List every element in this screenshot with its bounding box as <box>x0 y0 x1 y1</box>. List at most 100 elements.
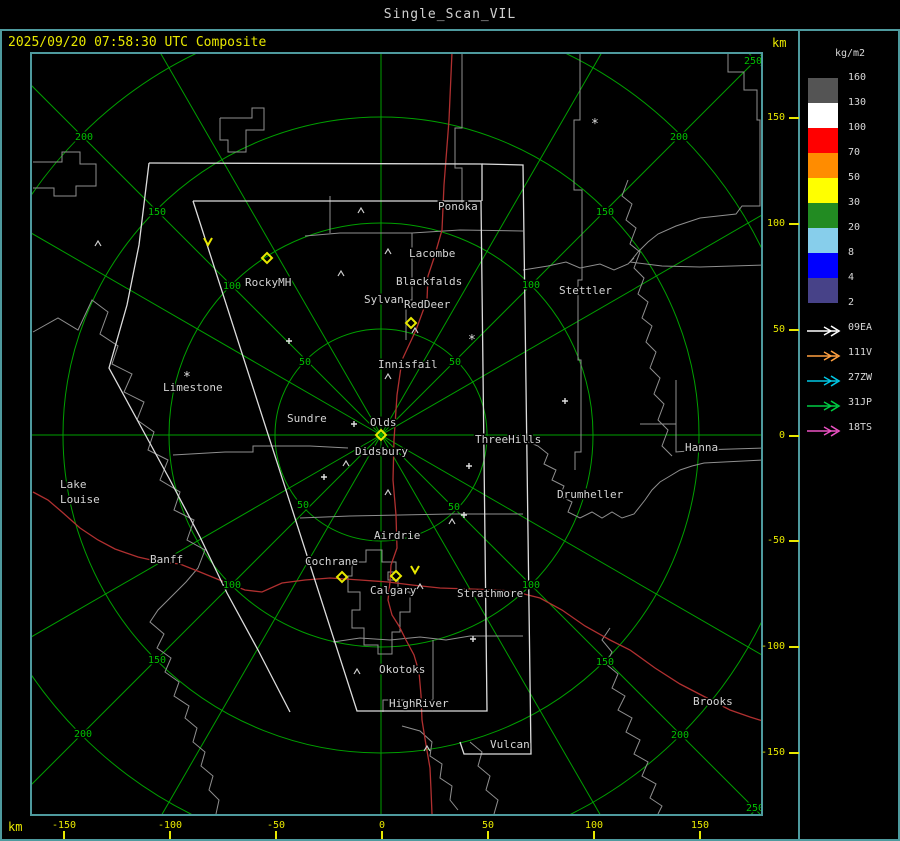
radar-coverage-boundary <box>148 162 483 201</box>
county-boundary-line <box>522 439 761 519</box>
town-plus-marker-icon <box>461 512 467 518</box>
right-axis-tick-mark <box>789 435 799 437</box>
ring-distance-label: 100 <box>223 580 241 591</box>
ring-distance-label: 150 <box>148 655 166 666</box>
county-boundary-line <box>332 635 523 643</box>
bottom-axis-tick-mark <box>381 831 383 839</box>
radial-line <box>161 434 382 814</box>
city-label: Cochrane <box>305 555 358 568</box>
city-label: Drumheller <box>557 488 624 501</box>
bottom-axis-tick-label: -150 <box>51 820 77 831</box>
radar-coverage-boundary <box>108 162 291 713</box>
right-axis-tick-mark <box>789 540 799 542</box>
city-label: RedDeer <box>404 298 451 311</box>
ring-distance-label: 50 <box>297 500 309 511</box>
legend-swatch <box>808 178 838 203</box>
radar-site-marker-icon <box>335 570 349 584</box>
city-label: Olds <box>370 416 397 429</box>
ring-distance-label: 50 <box>449 357 461 368</box>
ring-distance-label: 50 <box>448 502 460 513</box>
town-plus-marker-icon <box>562 398 568 404</box>
asterisk-marker-icon: * <box>468 333 476 348</box>
ring-distance-label: 200 <box>75 132 93 143</box>
bottom-axis-tick-label: 0 <box>378 820 386 831</box>
city-label: Ponoka <box>438 200 478 213</box>
right-axis-unit: km <box>772 36 787 50</box>
vee-marker-icon <box>410 565 420 576</box>
bottom-axis-tick-label: 150 <box>690 820 710 831</box>
caret-marker-icon <box>384 372 392 380</box>
legend-swatch <box>808 153 838 178</box>
legend-scale-value: 100 <box>848 122 867 133</box>
bottom-axis-tick-mark <box>275 831 277 839</box>
legend-scale-value: 130 <box>848 97 867 108</box>
legend-swatch <box>808 128 838 153</box>
town-plus-marker-icon <box>321 474 327 480</box>
city-label: Limestone <box>163 381 223 394</box>
city-label: RockyMH <box>245 276 291 289</box>
city-label: Lacombe <box>409 247 455 260</box>
legend-scale-value: 160 <box>848 72 867 83</box>
town-plus-marker-icon <box>470 636 476 642</box>
right-axis-tick-label: -100 <box>761 641 786 652</box>
radar-map-canvas: 250 200 150 100 50 50 100 150 200 250 50 100 150 200 2… <box>32 54 761 814</box>
county-boundary-line <box>32 299 220 814</box>
caret-marker-icon <box>448 517 456 525</box>
caret-marker-icon <box>342 459 350 467</box>
radial-line <box>380 434 761 655</box>
county-boundary-line <box>629 54 761 268</box>
legend-scale-value: 70 <box>848 147 861 158</box>
legend-unit-label: kg/m2 <box>834 48 866 59</box>
right-axis-tick-mark <box>789 329 799 331</box>
city-label: Airdrie <box>374 529 420 542</box>
asterisk-marker-icon: * <box>183 370 191 385</box>
right-axis-tick-label: 0 <box>778 430 785 441</box>
radial-line <box>380 54 602 436</box>
city-label: Lake <box>60 478 87 491</box>
legend-swatch <box>808 203 838 228</box>
legend-swatch <box>808 103 838 128</box>
ring-distance-label: 250 <box>746 803 761 814</box>
titlebar-separator <box>0 29 900 31</box>
vee-marker-icon <box>203 237 213 248</box>
asterisk-marker-icon: * <box>591 117 599 132</box>
right-axis-tick-mark <box>789 117 799 119</box>
title-bar[interactable]: Single_Scan_VIL <box>0 0 900 29</box>
city-label: Strathmore <box>457 587 523 600</box>
bottom-axis-tick-label: -50 <box>266 820 286 831</box>
city-label: Banff <box>150 553 183 566</box>
radar-arrow-icon <box>806 397 844 412</box>
ring-distance-label: 200 <box>670 132 688 143</box>
radar-map-display[interactable]: 250 200 150 100 50 50 100 150 200 250 50 100 150 200 2… <box>30 52 763 816</box>
county-boundary-line <box>522 257 635 271</box>
ring-distance-label: 150 <box>596 657 614 668</box>
legend-swatch <box>808 228 838 253</box>
town-plus-marker-icon <box>351 421 357 427</box>
ring-distance-label: 150 <box>148 207 166 218</box>
bottom-axis-unit: km <box>8 820 23 834</box>
ring-distance-label: 50 <box>299 357 311 368</box>
legend-swatch <box>808 78 838 103</box>
ring-distance-label: 200 <box>671 730 689 741</box>
county-boundary-line <box>601 627 663 814</box>
bottom-axis-tick-mark <box>699 831 701 839</box>
city-label: ThreeHills <box>475 433 541 446</box>
county-boundary-line <box>621 179 673 457</box>
ring-distance-label: 250 <box>744 56 761 67</box>
legend-scale-value: 50 <box>848 172 861 183</box>
radar-arrow-icon <box>806 372 844 387</box>
county-boundary-line <box>304 229 524 237</box>
bottom-axis-tick-label: 50 <box>481 820 495 831</box>
bottom-axis-tick-mark <box>593 831 595 839</box>
legend-scale-value: 2 <box>848 297 855 308</box>
radar-site-id: 18TS <box>848 422 873 433</box>
window-title: Single_Scan_VIL <box>383 7 517 22</box>
bottom-axis-tick-mark <box>63 831 65 839</box>
city-label: Calgary <box>370 584 417 597</box>
radar-coverage-boundary <box>459 163 532 755</box>
city-label: Okotoks <box>379 663 425 676</box>
right-axis-tick-label: 50 <box>772 324 785 335</box>
bottom-axis-tick-label: 100 <box>584 820 604 831</box>
town-plus-marker-icon <box>286 338 292 344</box>
right-axis-tick-label: -50 <box>766 535 785 546</box>
